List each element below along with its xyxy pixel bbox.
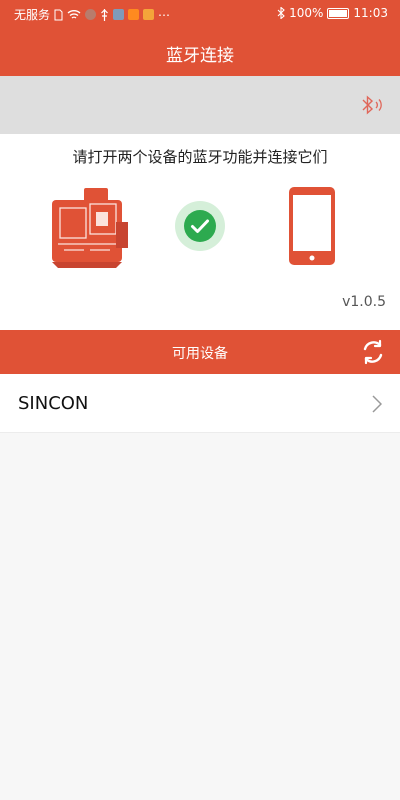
instruction-text: 请打开两个设备的蓝牙功能并连接它们 bbox=[72, 148, 328, 166]
status-bar: 无服务 ⋯ 100% 11:03 bbox=[0, 0, 400, 28]
available-devices-header: 可用设备 bbox=[0, 330, 400, 374]
status-bar-right: 100% 11:03 bbox=[277, 6, 388, 20]
wifi-icon bbox=[67, 10, 81, 19]
toolbar bbox=[0, 76, 400, 134]
bluetooth-icon bbox=[277, 7, 285, 19]
battery-percent: 100% bbox=[289, 6, 324, 20]
bluetooth-signal-icon[interactable] bbox=[358, 92, 386, 118]
battery-icon bbox=[327, 7, 350, 19]
app-version: v1.0.5 bbox=[342, 294, 386, 310]
smartphone-icon bbox=[289, 187, 335, 265]
list-item[interactable]: SINCON bbox=[0, 374, 400, 433]
battery-fill bbox=[329, 9, 348, 17]
page-title: 蓝牙连接 bbox=[166, 46, 234, 66]
device-name: SINCON bbox=[18, 393, 89, 414]
video-icon bbox=[128, 9, 140, 20]
clock: 11:03 bbox=[353, 6, 388, 20]
check-disc bbox=[184, 210, 216, 242]
notification-icon bbox=[143, 9, 155, 20]
avatar-icon bbox=[85, 9, 97, 20]
device-list: SINCON bbox=[0, 374, 400, 433]
section-title: 可用设备 bbox=[172, 346, 228, 362]
connection-panel: 请打开两个设备的蓝牙功能并连接它们 v1.0.5 bbox=[0, 134, 400, 330]
more-icon: ⋯ bbox=[158, 7, 172, 22]
sim-icon bbox=[54, 9, 63, 20]
usb-icon bbox=[101, 8, 108, 21]
refresh-icon[interactable] bbox=[360, 339, 386, 365]
laser-level-device-icon bbox=[52, 188, 128, 268]
chevron-right-icon bbox=[372, 395, 382, 413]
carrier-text: 无服务 bbox=[14, 8, 51, 22]
title-bar: 蓝牙连接 bbox=[0, 28, 400, 76]
status-bar-left: 无服务 ⋯ bbox=[14, 6, 171, 23]
check-circle-icon bbox=[175, 201, 225, 251]
app-icon bbox=[113, 9, 125, 20]
